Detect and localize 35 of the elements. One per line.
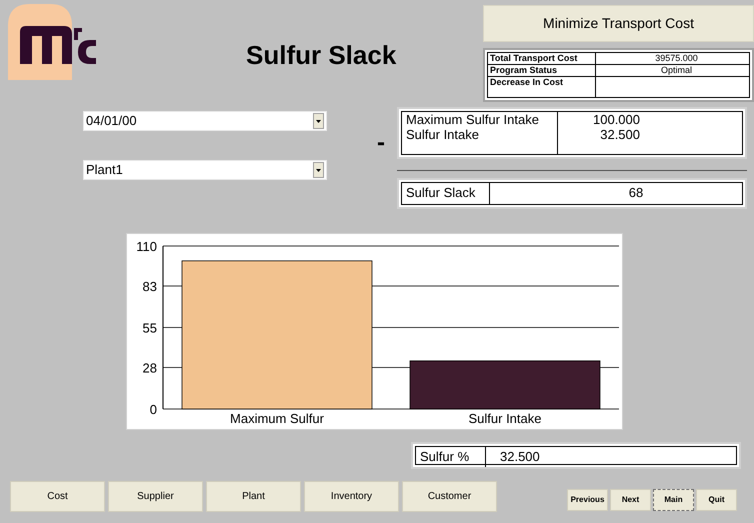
minimize-cost-button[interactable]: Minimize Transport Cost: [483, 5, 754, 42]
plant-dropdown[interactable]: Plant1: [83, 160, 327, 180]
summary-value: Optimal: [660, 65, 693, 76]
slack-label: Sulfur Slack: [402, 183, 490, 204]
intake-label: Maximum Sulfur Intake: [406, 112, 540, 127]
slack-value: 68: [628, 184, 644, 202]
axis-tick-label: 83: [142, 279, 157, 294]
axis-tick-label: 110: [136, 239, 157, 254]
intake-label: Sulfur Intake: [406, 127, 480, 142]
summary-value: 39575.000: [654, 53, 699, 64]
intake-value: 32.500: [600, 127, 640, 142]
record-nav-button[interactable]: Previous: [567, 489, 608, 511]
category-label: Sulfur Intake: [468, 411, 542, 426]
nav-button[interactable]: Inventory: [304, 481, 399, 512]
record-nav-button[interactable]: Next: [610, 489, 651, 511]
page-title: Sulfur Slack: [246, 39, 396, 68]
logo-icon: [8, 4, 96, 80]
sulfur-percent-label: Sulfur %: [416, 447, 486, 466]
summary-label: Decrease In Cost: [488, 77, 596, 97]
summary-label: Program Status: [488, 65, 596, 76]
intake-value: 100.000: [593, 112, 640, 127]
nav-button[interactable]: Supplier: [108, 481, 203, 512]
date-dropdown[interactable]: 04/01/00: [83, 111, 327, 131]
category-label: Maximum Sulfur: [230, 411, 324, 426]
record-nav-button[interactable]: Main: [653, 489, 694, 511]
sulfur-percent-value: 32.500: [499, 448, 541, 466]
axis-tick-label: 28: [142, 360, 157, 376]
axis-tick-label: 0: [150, 402, 157, 417]
minus-sign: -: [377, 128, 385, 153]
nav-button[interactable]: Cost: [10, 481, 105, 512]
summary-label: Total Transport Cost: [488, 53, 596, 64]
nav-button[interactable]: Plant: [206, 481, 301, 512]
axis-tick-label: 55: [142, 320, 157, 336]
record-nav-button[interactable]: Quit: [696, 489, 737, 511]
nav-button[interactable]: Customer: [402, 481, 497, 512]
